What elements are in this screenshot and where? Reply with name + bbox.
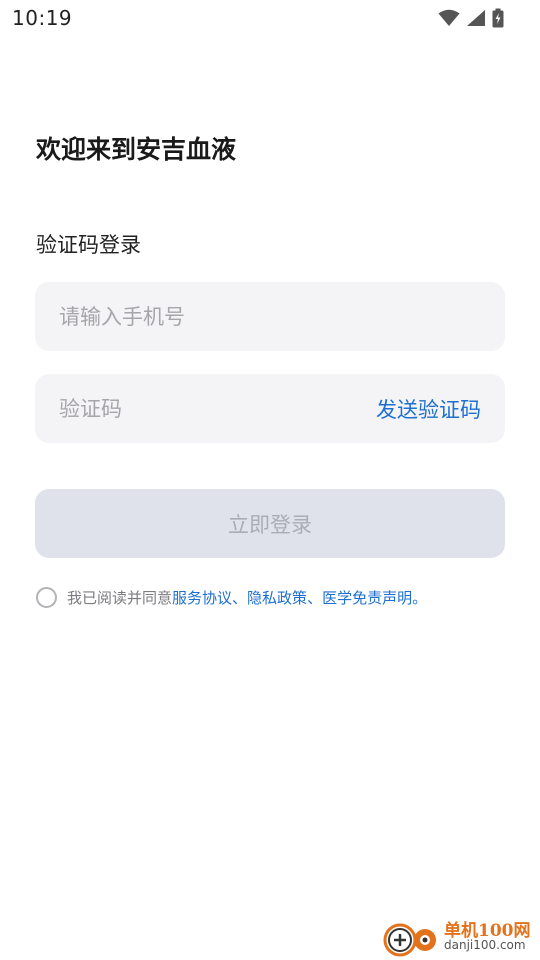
watermark-url: danji100.com <box>444 938 526 952</box>
battery-charging-icon <box>492 8 504 28</box>
phone-input[interactable] <box>59 304 481 329</box>
phone-field[interactable] <box>35 282 505 351</box>
status-icons <box>438 8 504 28</box>
login-button[interactable]: 立即登录 <box>35 489 505 558</box>
cellular-signal-icon <box>466 9 486 27</box>
agreement-separator: 、 <box>307 589 323 607</box>
medical-disclaimer-link[interactable]: 医学免责声明 <box>322 587 412 608</box>
welcome-title: 欢迎来到安吉血液 <box>36 135 237 164</box>
send-code-button[interactable]: 发送验证码 <box>376 394 481 424</box>
agreement-prefix: 我已阅读并同意 <box>67 589 173 607</box>
privacy-policy-link[interactable]: 隐私政策 <box>247 587 307 608</box>
verification-code-input[interactable] <box>59 396 376 421</box>
wifi-icon <box>438 9 460 27</box>
service-agreement-link[interactable]: 服务协议 <box>172 587 232 608</box>
status-time: 10:19 <box>12 6 73 30</box>
verification-code-field[interactable]: 发送验证码 <box>35 374 505 443</box>
agreement-row: 我已阅读并同意 服务协议 、 隐私政策 、 医学免责声明 。 <box>36 587 427 608</box>
login-method-label: 验证码登录 <box>36 233 141 257</box>
login-screen: 10:19 欢迎来到安吉血液 验证码登录 请输入手机号 验证码 发送验证码 立即… <box>0 0 540 960</box>
agreement-suffix: 。 <box>412 589 428 607</box>
watermark: 单机100网 danji100.com <box>382 916 534 960</box>
agreement-checkbox[interactable] <box>36 587 57 608</box>
agreement-separator: 、 <box>232 589 248 607</box>
status-bar: 10:19 <box>0 0 540 36</box>
